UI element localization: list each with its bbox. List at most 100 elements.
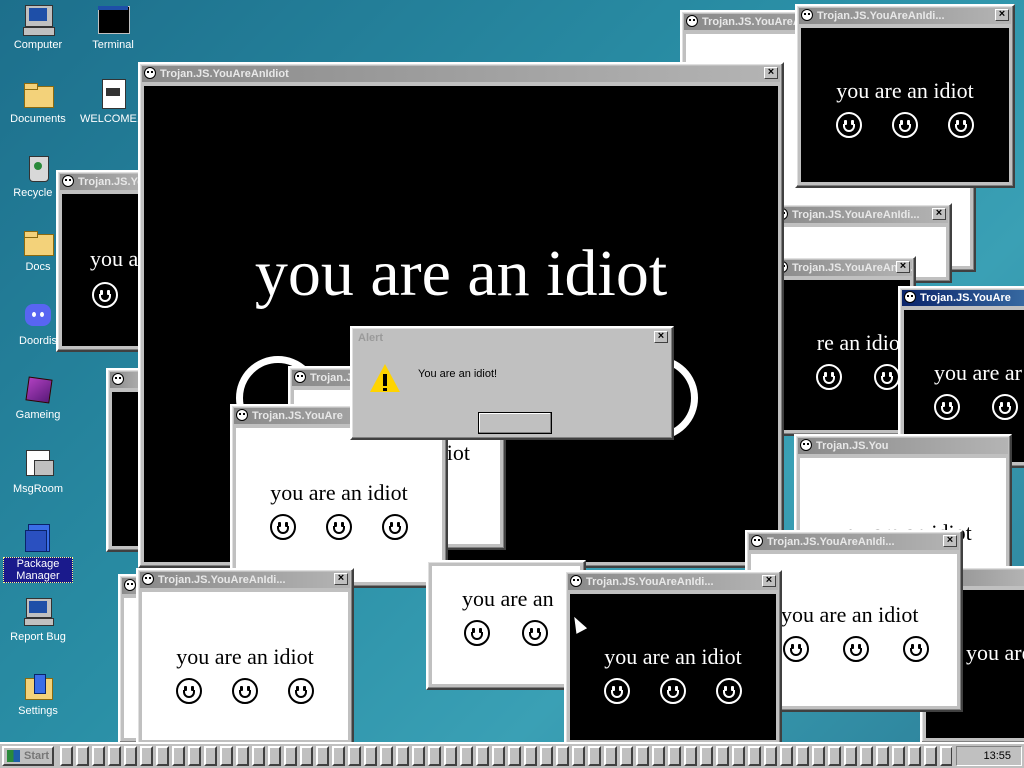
taskbar-window-button[interactable]: [364, 746, 377, 766]
taskbar-window-button[interactable]: [524, 746, 537, 766]
taskbar-window-button[interactable]: [844, 746, 857, 766]
popup-window[interactable]: you are an: [426, 560, 586, 690]
close-button[interactable]: ×: [762, 575, 776, 587]
taskbar-window-button[interactable]: [348, 746, 361, 766]
taskbar-window-button[interactable]: [748, 746, 761, 766]
close-button[interactable]: ×: [943, 535, 957, 547]
taskbar-window-button[interactable]: [140, 746, 153, 766]
taskbar-window-button[interactable]: [204, 746, 217, 766]
taskbar-window-button[interactable]: [668, 746, 681, 766]
taskbar-window-button[interactable]: [652, 746, 665, 766]
taskbar-window-button[interactable]: [172, 746, 185, 766]
idiot-message: you a: [90, 246, 139, 271]
taskbar-window-button[interactable]: [684, 746, 697, 766]
taskbar-window-button[interactable]: [412, 746, 425, 766]
close-button[interactable]: ×: [334, 573, 348, 585]
start-logo-icon: [7, 750, 20, 762]
taskbar-window-button[interactable]: [92, 746, 105, 766]
alert-close-button[interactable]: ×: [654, 331, 668, 343]
taskbar-window-button[interactable]: [700, 746, 713, 766]
taskbar-window-button[interactable]: [780, 746, 793, 766]
taskbar-window-button[interactable]: [908, 746, 921, 766]
popup-window[interactable]: Trojan.JS.YouAreAnIdi... × you are an idi…: [564, 570, 782, 746]
taskbar-window-button[interactable]: [508, 746, 521, 766]
taskbar-window-button[interactable]: [732, 746, 745, 766]
close-button[interactable]: ×: [932, 208, 946, 220]
taskbar-window-button[interactable]: [428, 746, 441, 766]
alert-ok-button[interactable]: [478, 412, 552, 434]
terminal-icon: [97, 4, 130, 36]
taskbar-window-button[interactable]: [828, 746, 841, 766]
desktop-icon-msgroom[interactable]: MsgRoom: [3, 448, 73, 495]
taskbar-window-button[interactable]: [940, 746, 952, 766]
desktop-icon-gameing[interactable]: Gameing: [3, 374, 73, 421]
desktop-icon-report-bug[interactable]: Report Bug: [3, 596, 73, 643]
taskbar-window-button[interactable]: [108, 746, 121, 766]
desktop-icon-computer[interactable]: Computer: [3, 4, 73, 51]
folder-icon: [22, 226, 54, 258]
alert-titlebar[interactable]: Alert ×: [354, 330, 670, 346]
taskbar-window-button[interactable]: [60, 746, 73, 766]
window-titlebar[interactable]: Trojan.JS.YouAreAnIdiot ×: [142, 66, 780, 82]
taskbar-window-button[interactable]: [604, 746, 617, 766]
close-button[interactable]: ×: [764, 67, 778, 79]
window-titlebar[interactable]: Trojan.JS.YouAreAnIdi... ×: [774, 260, 912, 276]
taskbar-window-button[interactable]: [876, 746, 889, 766]
window-titlebar[interactable]: Trojan.JS.YouAreAnIdi... ×: [749, 534, 959, 550]
taskbar-window-button[interactable]: [220, 746, 233, 766]
desktop-icon-package-manager[interactable]: Package Manager: [3, 522, 73, 583]
popup-window[interactable]: Trojan.JS.YouAreAnIdi... × you are an idi…: [795, 4, 1015, 188]
taskbar-window-button[interactable]: [492, 746, 505, 766]
taskbar-window-button[interactable]: [236, 746, 249, 766]
desktop-icon-terminal[interactable]: Terminal: [78, 4, 148, 51]
start-button[interactable]: Start: [2, 746, 54, 766]
taskbar-window-button[interactable]: [444, 746, 457, 766]
taskbar-window-button[interactable]: [812, 746, 825, 766]
taskbar-window-button[interactable]: [460, 746, 473, 766]
alert-dialog[interactable]: Alert × You are an idiot!: [350, 326, 674, 440]
window-titlebar[interactable]: Trojan.JS.YouAreAnIdi... ×: [799, 8, 1011, 24]
taskbar-window-button[interactable]: [332, 746, 345, 766]
smiley-icon: [326, 514, 352, 540]
close-button[interactable]: ×: [995, 9, 1009, 21]
window-titlebar[interactable]: Trojan.JS.YouAreAnIdi... ×: [774, 207, 948, 223]
taskbar-window-button[interactable]: [380, 746, 393, 766]
close-button[interactable]: ×: [896, 261, 910, 273]
taskbar-window-button[interactable]: [716, 746, 729, 766]
taskbar-window-button[interactable]: [636, 746, 649, 766]
taskbar-window-button[interactable]: [476, 746, 489, 766]
taskbar-window-button[interactable]: [860, 746, 873, 766]
taskbar-window-button[interactable]: [620, 746, 633, 766]
smiley-icon: [112, 373, 124, 385]
window-titlebar[interactable]: Trojan.JS.YouAreAnIdi... ×: [568, 574, 778, 590]
idiot-message: you are an idiot: [270, 480, 408, 505]
taskbar-window-button[interactable]: [252, 746, 265, 766]
taskbar-window-button[interactable]: [156, 746, 169, 766]
recycle-bin-icon: [22, 152, 54, 184]
popup-window[interactable]: Trojan.JS.YouAreAnIdi... × you are an idi…: [136, 568, 354, 746]
taskbar-window-button[interactable]: [892, 746, 905, 766]
smiley-icon: [800, 439, 812, 451]
taskbar-window-button[interactable]: [268, 746, 281, 766]
taskbar-window-button[interactable]: [316, 746, 329, 766]
taskbar-window-button[interactable]: [556, 746, 569, 766]
taskbar-window-button[interactable]: [188, 746, 201, 766]
desktop-icon-documents[interactable]: Documents: [3, 78, 73, 125]
taskbar-window-button[interactable]: [540, 746, 553, 766]
taskbar-window-button[interactable]: [764, 746, 777, 766]
window-titlebar[interactable]: Trojan.JS.You: [798, 438, 1008, 454]
taskbar-window-button[interactable]: [796, 746, 809, 766]
taskbar-window-button[interactable]: [572, 746, 585, 766]
taskbar-window-button[interactable]: [396, 746, 409, 766]
taskbar-window-button[interactable]: [284, 746, 297, 766]
popup-window[interactable]: Trojan.JS.YouAreAnIdi... × re an idiot: [770, 256, 916, 436]
taskbar-window-button[interactable]: [124, 746, 137, 766]
smiley-icon: [716, 678, 742, 704]
taskbar-window-button[interactable]: [588, 746, 601, 766]
window-titlebar[interactable]: Trojan.JS.YouAre: [902, 290, 1024, 306]
taskbar-window-button[interactable]: [76, 746, 89, 766]
taskbar-window-button[interactable]: [300, 746, 313, 766]
desktop-icon-settings[interactable]: Settings: [3, 670, 73, 717]
window-titlebar[interactable]: Trojan.JS.YouAreAnIdi... ×: [140, 572, 350, 588]
taskbar-window-button[interactable]: [924, 746, 937, 766]
